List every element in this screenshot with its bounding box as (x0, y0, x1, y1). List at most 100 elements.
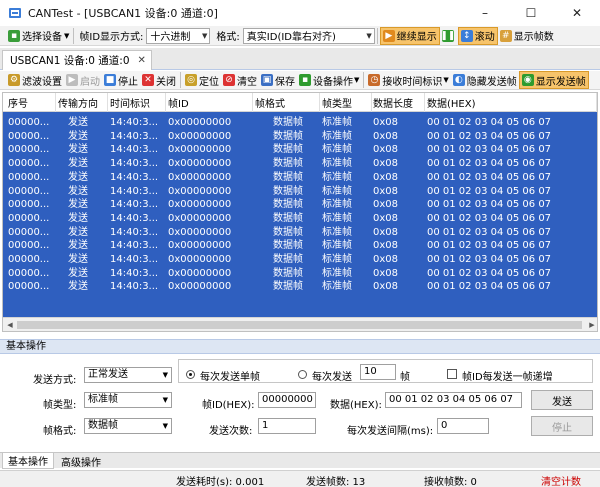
table-row[interactable]: 00000... 发送 14:40:3... 0x00000000 数据帧 标准帧 0x08… (3, 226, 597, 240)
start-button[interactable]: ▶ 启动 (64, 71, 102, 89)
table-row[interactable]: 00000... 发送 14:40:3... 0x00000000 数据帧 标准帧 0x08… (3, 253, 597, 267)
scroll-icon: ↕ (460, 29, 473, 42)
close-icon[interactable]: ✕ (138, 55, 146, 66)
frame-format-select[interactable]: 数据帧 ▼ (84, 418, 172, 434)
stop-send-button[interactable]: 停止 (531, 416, 593, 436)
message-grid[interactable]: 序号 传输方向 时间标识 帧ID 帧格式 帧类型 数据长度 数据(HEX) 00000... 发… (2, 92, 598, 332)
locate-button[interactable]: ◎ 定位 (183, 71, 221, 89)
table-cell: 标准帧 (322, 226, 352, 238)
table-row[interactable]: 00000... 发送 14:40:3... 0x00000000 数据帧 标准帧 0x08… (3, 212, 597, 226)
radio-multi-frame[interactable] (298, 370, 307, 379)
table-row[interactable]: 00000... 发送 14:40:3... 0x00000000 数据帧 标准帧 0x08… (3, 198, 597, 212)
table-cell: 00 01 02 03 04 05 06 07 (427, 144, 552, 156)
column-header[interactable]: 帧类型 (322, 93, 372, 112)
horizontal-scrollbar[interactable]: ◀ ▶ (3, 317, 597, 331)
scroll-button[interactable]: ↕ 滚动 (457, 26, 498, 45)
rx-time-mode-button[interactable]: ◷ 接收时间标识 ▼ (366, 71, 450, 89)
tab-basic-operation[interactable]: 基本操作 (2, 453, 54, 469)
table-row[interactable]: 00000... 发送 14:40:3... 0x00000000 数据帧 标准帧 0x08… (3, 143, 597, 157)
table-cell: 14:40:3... (110, 199, 159, 211)
table-cell: 00000... (8, 158, 50, 170)
table-row[interactable]: 00000... 发送 14:40:3... 0x00000000 数据帧 标准帧 0x08… (3, 130, 597, 144)
grid-body[interactable]: 00000... 发送 14:40:3... 0x00000000 数据帧 标准帧 0x08… (3, 112, 597, 318)
maximize-button[interactable]: ☐ (508, 0, 554, 26)
save-button[interactable]: ▣ 保存 (259, 71, 297, 89)
table-cell: 0x08 (373, 226, 399, 238)
table-cell: 00 01 02 03 04 05 06 07 (427, 240, 552, 252)
clock-icon: ◷ (368, 74, 381, 86)
table-cell: 00000... (8, 267, 50, 279)
continue-display-button[interactable]: ▶ 继续显示 (379, 26, 440, 45)
table-row[interactable]: 00000... 发送 14:40:3... 0x00000000 数据帧 标准帧 0x08… (3, 116, 597, 130)
title-bar: CANTest - [USBCAN1 设备:0 通道:0] – ☐ ✕ (0, 0, 600, 26)
hide-send-button[interactable]: ◐ 隐藏发送帧 (451, 71, 519, 89)
stop-toolbar-button[interactable]: ■ 停止 (102, 71, 140, 89)
column-header[interactable]: 数据(HEX) (427, 93, 597, 112)
column-header[interactable]: 传输方向 (58, 93, 108, 112)
frame-id-label: 帧ID(HEX): (202, 400, 255, 411)
play-icon: ▶ (382, 29, 395, 42)
scroll-left-icon[interactable]: ◀ (3, 318, 17, 331)
column-header[interactable]: 时间标识 (110, 93, 166, 112)
clear-count-button[interactable]: 清空计数 (541, 473, 581, 487)
table-cell: 0x00000000 (168, 130, 232, 142)
select-device-button[interactable]: ▪ 选择设备 ▼ (6, 27, 71, 45)
tab-usbcan1[interactable]: USBCAN1 设备:0 通道:0 ✕ (2, 50, 152, 70)
close-device-button[interactable]: ✕ 关闭 (140, 71, 178, 89)
table-cell: 标准帧 (322, 199, 352, 211)
frame-type-select[interactable]: 标准帧 ▼ (84, 392, 172, 408)
frame-format-label: 帧格式: (43, 426, 77, 437)
table-row[interactable]: 00000... 发送 14:40:3... 0x00000000 数据帧 标准帧 0x08… (3, 171, 597, 185)
table-cell: 0x08 (373, 212, 399, 224)
scrollbar-thumb[interactable] (17, 321, 582, 329)
close-button[interactable]: ✕ (554, 0, 600, 26)
save-icon: ▣ (261, 74, 273, 86)
table-row[interactable]: 00000... 发送 14:40:3... 0x00000000 数据帧 标准帧 0x08… (3, 280, 597, 294)
column-header[interactable]: 帧格式 (255, 93, 320, 112)
show-send-button[interactable]: ◉ 显示发送帧 (518, 71, 589, 89)
interval-input[interactable]: 0 (437, 418, 489, 434)
table-cell: 标准帧 (322, 212, 352, 224)
pause-button[interactable]: ❚❚ (440, 27, 458, 45)
data-input[interactable]: 00 01 02 03 04 05 06 07 (385, 392, 522, 408)
table-row[interactable]: 00000... 发送 14:40:3... 0x00000000 数据帧 标准帧 0x08… (3, 157, 597, 171)
stop-icon: ■ (104, 74, 116, 86)
format-select[interactable]: 真实ID(ID靠右对齐) ▼ (242, 27, 375, 44)
table-cell: 0x08 (373, 130, 399, 142)
send-count-input[interactable]: 1 (258, 418, 316, 434)
send-mode-select[interactable]: 正常发送 ▼ (84, 367, 172, 383)
table-cell: 00000... (8, 226, 50, 238)
multi-count-input[interactable]: 10 (360, 364, 396, 380)
minimize-button[interactable]: – (462, 0, 508, 26)
clear-icon: ⊘ (223, 74, 235, 86)
table-cell: 0x00000000 (168, 144, 232, 156)
show-frame-count-button[interactable]: # 显示帧数 (498, 27, 556, 45)
clear-button[interactable]: ⊘ 清空 (221, 71, 259, 89)
chevron-down-icon: ▼ (366, 31, 372, 40)
table-row[interactable]: 00000... 发送 14:40:3... 0x00000000 数据帧 标准帧 0x08… (3, 185, 597, 199)
show-icon: ◉ (521, 74, 534, 86)
device-ops-button[interactable]: ▪ 设备操作 ▼ (297, 71, 361, 89)
id-format-label: 帧ID显示方式: (79, 32, 144, 43)
table-cell: 0x00000000 (168, 185, 232, 197)
column-header[interactable]: 帧ID (168, 93, 253, 112)
radio-multi-label: 每次发送 (312, 372, 352, 383)
filter-settings-button[interactable]: ⚙ 滤波设置 (6, 71, 64, 89)
id-format-select[interactable]: 十六进制 ▼ (146, 27, 211, 44)
send-button[interactable]: 发送 (531, 390, 593, 410)
table-cell: 00 01 02 03 04 05 06 07 (427, 226, 552, 238)
table-row[interactable]: 00000... 发送 14:40:3... 0x00000000 数据帧 标准帧 0x08… (3, 239, 597, 253)
scroll-right-icon[interactable]: ▶ (585, 318, 597, 331)
column-header[interactable]: 序号 (8, 93, 56, 112)
tab-advanced-operation[interactable]: 高级操作 (56, 453, 106, 469)
id-increment-checkbox[interactable] (447, 369, 457, 379)
radio-single-frame[interactable] (186, 370, 195, 379)
operation-tabs: 基本操作 高级操作 (0, 452, 600, 469)
table-cell: 00 01 02 03 04 05 06 07 (427, 199, 552, 211)
table-cell: 0x00000000 (168, 171, 232, 183)
chevron-down-icon: ▼ (162, 396, 168, 404)
table-cell: 00000... (8, 212, 50, 224)
table-row[interactable]: 00000... 发送 14:40:3... 0x00000000 数据帧 标准帧 0x08… (3, 267, 597, 281)
column-header[interactable]: 数据长度 (373, 93, 425, 112)
frame-id-input[interactable]: 00000000 (258, 392, 316, 408)
